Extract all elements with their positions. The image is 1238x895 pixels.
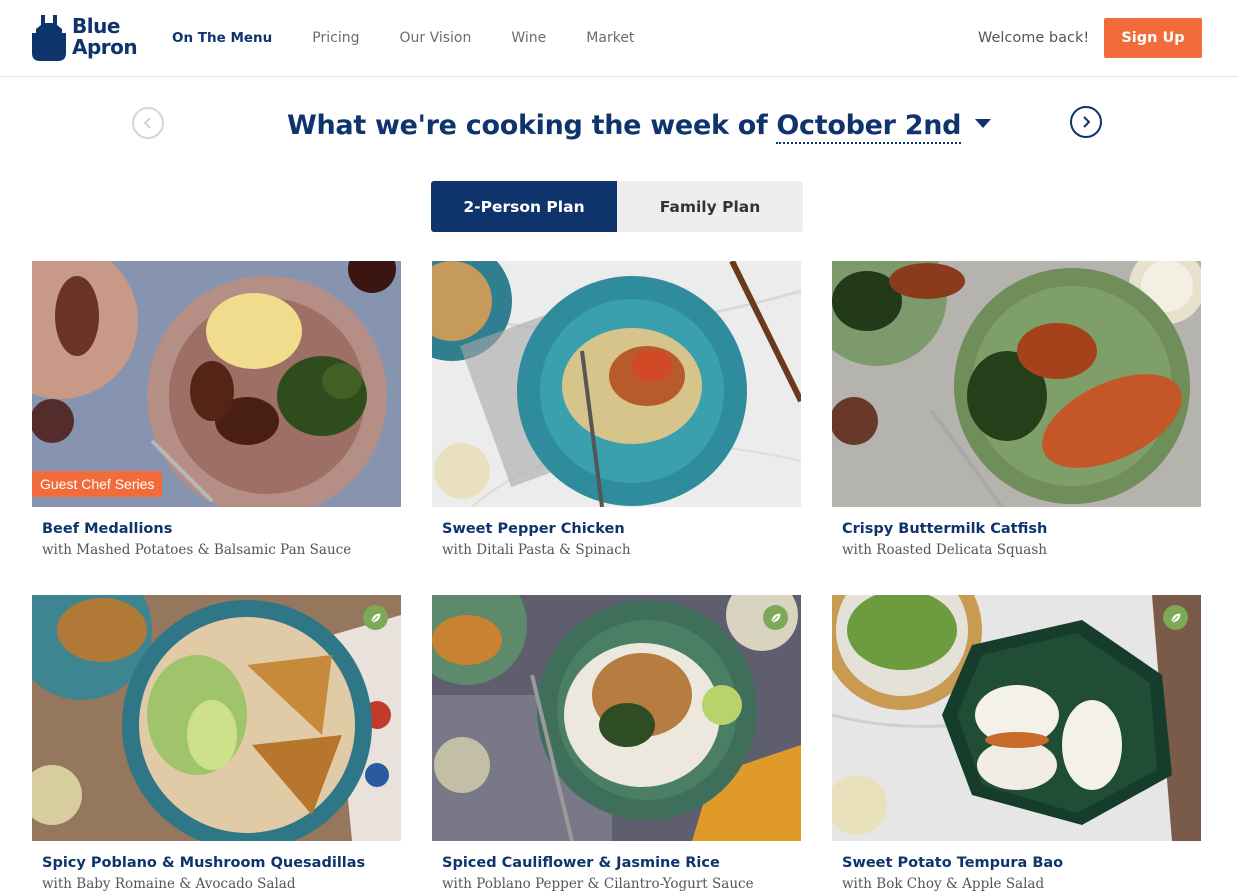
two-person-plan-tab[interactable]: 2-Person Plan (431, 181, 617, 232)
recipe-photo[interactable]: Guest Chef Series (32, 261, 401, 507)
apron-icon (32, 15, 66, 61)
recipe-title[interactable]: Crispy Buttermilk Catfish (842, 521, 1201, 537)
nav-on-the-menu[interactable]: On The Menu (152, 28, 292, 48)
recipe-card[interactable]: Sweet Potato Tempura Bao with Bok Choy &… (832, 595, 1201, 892)
recipe-subtitle: with Mashed Potatoes & Balsamic Pan Sauc… (42, 542, 352, 558)
leaf-icon (769, 611, 782, 624)
recipe-card[interactable]: Crispy Buttermilk Catfish with Roasted D… (832, 261, 1201, 558)
recipe-photo[interactable] (432, 595, 801, 841)
site-header: Blue Apron On The Menu Pricing Our Visio… (0, 0, 1238, 77)
recipe-photo[interactable] (432, 261, 801, 507)
sign-up-button[interactable]: Sign Up (1104, 18, 1202, 58)
recipe-subtitle: with Poblano Pepper & Cilantro-Yogurt Sa… (442, 876, 754, 892)
recipe-card[interactable]: Guest Chef Series Beef Medallions with M… (32, 261, 401, 558)
recipe-photo[interactable] (832, 595, 1201, 841)
nav-pricing[interactable]: Pricing (292, 28, 379, 48)
recipe-subtitle: with Baby Romaine & Avocado Salad (42, 876, 296, 892)
recipe-title[interactable]: Beef Medallions (42, 521, 401, 537)
recipe-photo[interactable] (832, 261, 1201, 507)
logo-text-apron: Apron (72, 35, 138, 59)
recipe-title[interactable]: Spiced Cauliflower & Jasmine Rice (442, 855, 801, 871)
recipe-title[interactable]: Sweet Pepper Chicken (442, 521, 801, 537)
recipe-subtitle: with Ditali Pasta & Spinach (442, 542, 631, 558)
week-heading: What we're cooking the week of October 2… (287, 110, 992, 144)
vegetarian-badge (363, 605, 388, 630)
vegetarian-badge (763, 605, 788, 630)
blue-apron-logo[interactable]: Blue Apron (32, 12, 142, 62)
nav-our-vision[interactable]: Our Vision (379, 28, 491, 48)
recipe-card[interactable]: Spicy Poblano & Mushroom Quesadillas wit… (32, 595, 401, 892)
chevron-right-icon (1083, 116, 1091, 128)
leaf-icon (369, 611, 382, 624)
caret-down-icon[interactable] (975, 119, 992, 128)
vegetarian-badge (1163, 605, 1188, 630)
guest-chef-badge: Guest Chef Series (32, 471, 163, 497)
nav-market[interactable]: Market (566, 28, 654, 48)
next-week-button[interactable] (1070, 106, 1102, 138)
recipe-subtitle: with Bok Choy & Apple Salad (842, 876, 1045, 892)
main-nav: On The Menu Pricing Our Vision Wine Mark… (152, 28, 654, 48)
recipe-photo[interactable] (32, 595, 401, 841)
family-plan-tab[interactable]: Family Plan (617, 181, 803, 232)
leaf-icon (1169, 611, 1182, 624)
plan-toggle: 2-Person Plan Family Plan (431, 181, 803, 232)
logo-wordmark: Blue Apron (72, 14, 138, 59)
week-heading-text: What we're cooking the week of (287, 110, 768, 141)
welcome-text: Welcome back! (978, 30, 1090, 46)
logo-text-blue: Blue (72, 14, 120, 38)
recipe-title[interactable]: Spicy Poblano & Mushroom Quesadillas (42, 855, 401, 871)
recipe-card[interactable]: Spiced Cauliflower & Jasmine Rice with P… (432, 595, 801, 892)
recipe-card[interactable]: Sweet Pepper Chicken with Ditali Pasta &… (432, 261, 801, 558)
previous-week-button[interactable] (132, 107, 164, 139)
recipe-subtitle: with Roasted Delicata Squash (842, 542, 1047, 558)
chevron-left-icon (143, 117, 151, 129)
week-date-selector[interactable]: October 2nd (776, 110, 962, 144)
nav-wine[interactable]: Wine (491, 28, 566, 48)
recipe-title[interactable]: Sweet Potato Tempura Bao (842, 855, 1201, 871)
